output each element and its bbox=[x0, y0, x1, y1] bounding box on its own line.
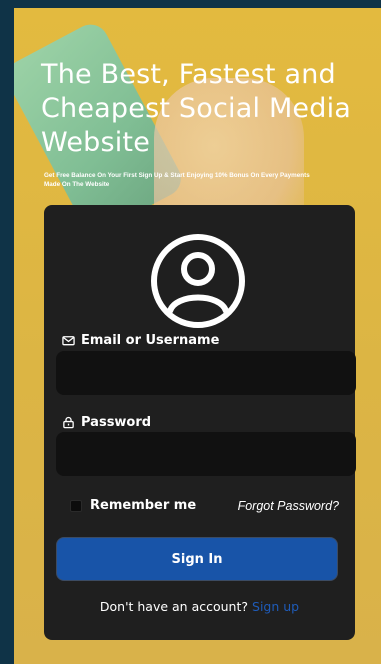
password-label-text: Password bbox=[81, 415, 152, 430]
password-label: Password bbox=[62, 415, 151, 430]
login-card: Email or Username Password Remember me F… bbox=[44, 205, 356, 640]
signup-row: Don't have an account? Sign up bbox=[44, 599, 355, 614]
lock-icon bbox=[63, 416, 74, 429]
no-account-text: Don't have an account? bbox=[99, 599, 249, 614]
hero-subtitle: Get Free Balance On Your First Sign Up &… bbox=[44, 172, 310, 188]
remember-me-row[interactable]: Remember me bbox=[70, 498, 196, 513]
envelope-icon bbox=[62, 336, 75, 346]
forgot-password-link[interactable]: Forgot Password? bbox=[238, 499, 339, 513]
sign-in-button[interactable]: Sign In bbox=[56, 537, 338, 581]
remember-me-label[interactable]: Remember me bbox=[90, 498, 196, 513]
login-page: The Best, Fastest and Cheapest Social Me… bbox=[0, 0, 381, 664]
email-label: Email or Username bbox=[62, 333, 219, 348]
remember-me-checkbox[interactable] bbox=[70, 499, 82, 512]
hero-title: The Best, Fastest and Cheapest Social Me… bbox=[41, 59, 352, 158]
sign-up-link[interactable]: Sign up bbox=[252, 599, 299, 614]
user-circle-icon bbox=[151, 234, 245, 328]
email-label-text: Email or Username bbox=[81, 333, 220, 348]
email-field[interactable] bbox=[56, 351, 356, 395]
password-field[interactable] bbox=[56, 432, 356, 476]
